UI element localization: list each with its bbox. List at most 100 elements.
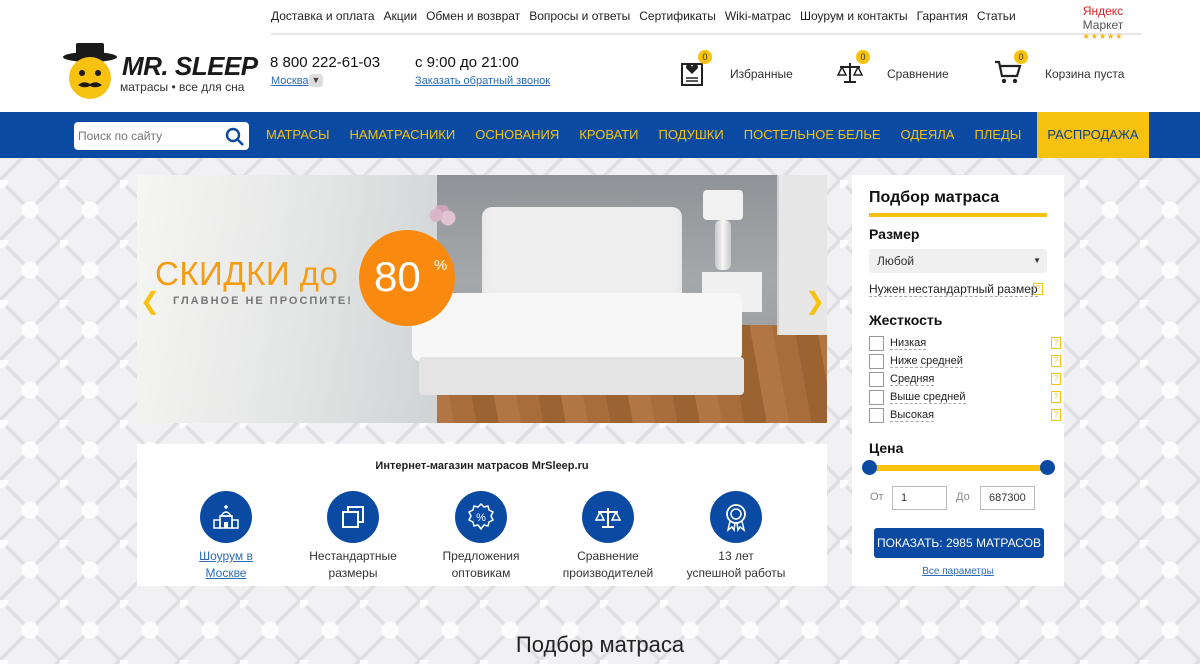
compare-label: Сравнение <box>887 67 949 81</box>
hardness-option-label[interactable]: Низкая <box>890 337 927 350</box>
feature-line2: оптовикам <box>451 566 511 580</box>
price-from-label: От <box>870 491 884 503</box>
feature-compare-makers-label: Сравнение производителей <box>543 548 673 582</box>
filter-title-underline <box>869 213 1047 217</box>
callback-link[interactable]: Заказать обратный звонок <box>415 75 550 87</box>
filter-title: Подбор матраса <box>869 189 1000 206</box>
nav-item-sale[interactable]: Распродажа <box>1037 112 1149 158</box>
compare-count-badge: 0 <box>856 50 870 64</box>
top-link-certificates[interactable]: Сертификаты <box>639 9 716 23</box>
cart-label: Корзина пуста <box>1045 67 1125 81</box>
top-link-showroom[interactable]: Шоурум и контакты <box>800 9 908 23</box>
logo-name: MR. SLEEP <box>122 51 258 81</box>
city-selector[interactable]: Москва <box>271 75 309 87</box>
discount-percent: % <box>434 257 448 274</box>
price-to-input[interactable] <box>980 486 1035 510</box>
header-divider <box>271 33 1142 35</box>
price-label: Цена <box>869 440 904 456</box>
hardness-option-label[interactable]: Выше средней <box>890 391 966 404</box>
hardness-checkbox[interactable] <box>869 390 884 405</box>
feature-compare-makers[interactable]: Сравнение производителей <box>543 491 673 582</box>
hardness-checkbox[interactable] <box>869 372 884 387</box>
nav-item-pillows[interactable]: Подушки <box>649 112 734 158</box>
hardness-option[interactable]: Низкая ? <box>869 336 1064 352</box>
hardness-option[interactable]: Средняя ? <box>869 372 1064 388</box>
size-select[interactable]: Любой ▼ <box>869 249 1047 273</box>
feature-years-label: 13 лет успешной работы <box>671 548 801 582</box>
top-link-warranty[interactable]: Гарантия <box>917 9 968 23</box>
logo-tagline: матрасы • все для сна <box>120 80 245 94</box>
price-slider-max-handle[interactable] <box>1040 460 1055 475</box>
help-icon[interactable]: ? <box>1051 373 1061 385</box>
feature-line2: Москве <box>205 566 247 580</box>
search-input[interactable] <box>78 126 218 146</box>
feature-line1: Шоурум в <box>199 549 253 563</box>
size-label: Размер <box>869 226 920 242</box>
bed-headboard-image <box>482 207 682 307</box>
nav-item-mattresses[interactable]: Матрасы <box>256 112 340 158</box>
select-arrow-icon: ▼ <box>1033 256 1041 265</box>
chevron-down-icon[interactable]: ▼ <box>309 74 323 87</box>
feature-years[interactable]: 13 лет успешной работы <box>671 491 801 582</box>
church-icon <box>200 491 252 543</box>
working-hours: с 9:00 до 21:00 <box>415 54 519 71</box>
hardness-checkbox[interactable] <box>869 408 884 423</box>
feature-showroom-label[interactable]: Шоурум в Москве <box>161 548 291 582</box>
nav-item-toppers[interactable]: Наматрасники <box>340 112 466 158</box>
site-header: Доставка и оплата Акции Обмен и возврат … <box>0 0 1200 112</box>
top-link-wiki[interactable]: Wiki-матрас <box>725 9 791 23</box>
help-icon[interactable]: ? <box>1051 409 1061 421</box>
help-icon[interactable]: ? <box>1051 355 1061 367</box>
top-link-promotions[interactable]: Акции <box>384 9 418 23</box>
price-slider-min-handle[interactable] <box>862 460 877 475</box>
nav-menu: Матрасы Наматрасники Основания Кровати П… <box>256 112 1149 158</box>
nav-item-plaids[interactable]: Пледы <box>964 112 1031 158</box>
top-link-returns[interactable]: Обмен и возврат <box>426 9 520 23</box>
nav-item-bases[interactable]: Основания <box>465 112 569 158</box>
site-logo[interactable]: MR. SLEEP матрасы • все для сна <box>60 40 258 100</box>
feature-showroom[interactable]: Шоурум в Москве <box>161 491 291 582</box>
banner-prev-arrow-icon[interactable]: ❮ <box>140 287 160 316</box>
search-icon[interactable] <box>225 127 245 147</box>
nav-item-beds[interactable]: Кровати <box>569 112 648 158</box>
feature-wholesale[interactable]: % Предложения оптовикам <box>416 491 546 582</box>
price-slider-track[interactable] <box>869 465 1047 471</box>
bed-mattress-image <box>412 293 742 361</box>
hardness-option-label[interactable]: Средняя <box>890 373 935 386</box>
show-results-button[interactable]: ПОКАЗАТЬ: 2985 МАТРАСОВ <box>874 528 1044 558</box>
help-icon[interactable]: ? <box>1033 283 1043 295</box>
hardness-option[interactable]: Выше средней ? <box>869 390 1064 406</box>
custom-size-link[interactable]: Нужен нестандартный размер <box>869 282 1038 297</box>
hardness-option-label[interactable]: Высокая <box>890 409 935 422</box>
hardness-option-label[interactable]: Ниже средней <box>890 355 963 368</box>
feature-line2: размеры <box>328 566 378 580</box>
top-link-articles[interactable]: Статьи <box>977 9 1016 23</box>
hardness-option[interactable]: Высокая ? <box>869 408 1064 424</box>
hardness-checkbox[interactable] <box>869 354 884 369</box>
feature-line1: 13 лет <box>718 549 754 563</box>
nav-item-bedding[interactable]: Постельное белье <box>734 112 891 158</box>
award-icon <box>710 491 762 543</box>
hardness-checkbox[interactable] <box>869 336 884 351</box>
feature-custom-sizes-label: Нестандартные размеры <box>288 548 418 582</box>
feature-custom-sizes[interactable]: Нестандартные размеры <box>288 491 418 582</box>
mattress-filter: Подбор матраса Размер Любой ▼ Нужен нест… <box>852 175 1064 586</box>
favorites-label: Избранные <box>730 67 793 81</box>
phone-number[interactable]: 8 800 222-61-03 <box>270 54 380 71</box>
section-title: Подбор матраса <box>515 632 685 657</box>
nav-item-blankets[interactable]: Одеяла <box>891 112 965 158</box>
banner-next-arrow-icon[interactable]: ❯ <box>805 287 825 316</box>
feature-wholesale-label: Предложения оптовикам <box>416 548 546 582</box>
help-icon[interactable]: ? <box>1051 337 1061 349</box>
promo-banner[interactable]: СКИДКИ до ГЛАВНОЕ НЕ ПРОСПИТЕ! 80 % ❮ ❯ <box>137 175 827 423</box>
top-link-delivery[interactable]: Доставка и оплата <box>271 9 375 23</box>
help-icon[interactable]: ? <box>1051 391 1061 403</box>
yandex-brand: Яндекс <box>1082 4 1124 18</box>
all-params-link[interactable]: Все параметры <box>852 566 1064 577</box>
price-from-input[interactable] <box>892 486 947 510</box>
hardness-option[interactable]: Ниже средней ? <box>869 354 1064 370</box>
yandex-market-badge[interactable]: Яндекс Маркет ★★★★★ <box>1068 4 1138 42</box>
main-nav: Матрасы Наматрасники Основания Кровати П… <box>0 112 1200 158</box>
top-link-faq[interactable]: Вопросы и ответы <box>529 9 630 23</box>
logo-mascot-icon <box>63 43 117 99</box>
